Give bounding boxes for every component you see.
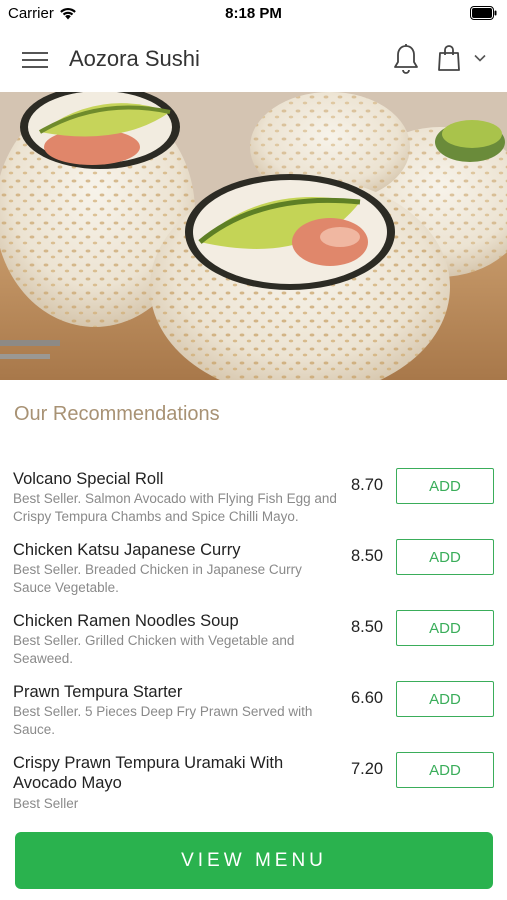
status-time: 8:18 PM — [225, 5, 282, 22]
item-price: 8.70 — [351, 476, 384, 494]
add-button[interactable]: ADD — [396, 468, 494, 504]
item-price: 6.60 — [351, 689, 384, 707]
sushi-photo — [0, 92, 507, 380]
status-bar: Carrier 8:18 PM — [0, 0, 507, 28]
chevron-down-icon[interactable] — [472, 52, 488, 64]
add-button[interactable]: ADD — [396, 539, 494, 575]
bell-icon[interactable] — [392, 43, 420, 75]
view-menu-button[interactable]: VIEW MENU — [15, 832, 493, 889]
list-item: Volcano Special Roll Best Seller. Salmon… — [0, 466, 507, 537]
add-button[interactable]: ADD — [396, 681, 494, 717]
item-price: 8.50 — [351, 618, 384, 636]
item-description: Best Seller — [13, 796, 79, 811]
list-item: Crispy Prawn Tempura Uramaki With Avocad… — [0, 750, 507, 821]
item-price: 8.50 — [351, 547, 384, 565]
item-description: Best Seller. Salmon Avocado with Flying … — [13, 491, 337, 524]
menu-icon[interactable] — [22, 48, 48, 70]
shopping-bag-icon[interactable] — [437, 44, 461, 72]
app-header: Aozora Sushi — [0, 28, 507, 92]
add-button[interactable]: ADD — [396, 610, 494, 646]
list-item: Chicken Katsu Japanese Curry Best Seller… — [0, 537, 507, 608]
item-description: Best Seller. Grilled Chicken with Vegeta… — [13, 633, 295, 666]
item-name: Prawn Tempura Starter — [13, 683, 183, 701]
app-title: Aozora Sushi — [69, 46, 200, 71]
item-name: Volcano Special Roll — [13, 470, 164, 488]
hero-image — [0, 92, 507, 380]
section-title: Our Recommendations — [14, 403, 220, 425]
item-price: 7.20 — [351, 760, 384, 778]
item-name: Chicken Katsu Japanese Curry — [13, 541, 241, 559]
item-description: Best Seller. Breaded Chicken in Japanese… — [13, 562, 302, 595]
add-button[interactable]: ADD — [396, 752, 494, 788]
recommendations-list: Volcano Special Roll Best Seller. Salmon… — [0, 466, 507, 821]
battery-icon — [470, 6, 497, 20]
item-name: Crispy Prawn Tempura Uramaki With Avocad… — [13, 754, 284, 792]
list-item: Chicken Ramen Noodles Soup Best Seller. … — [0, 608, 507, 679]
item-name: Chicken Ramen Noodles Soup — [13, 612, 239, 630]
item-description: Best Seller. 5 Pieces Deep Fry Prawn Ser… — [13, 704, 313, 737]
list-item: Prawn Tempura Starter Best Seller. 5 Pie… — [0, 679, 507, 750]
